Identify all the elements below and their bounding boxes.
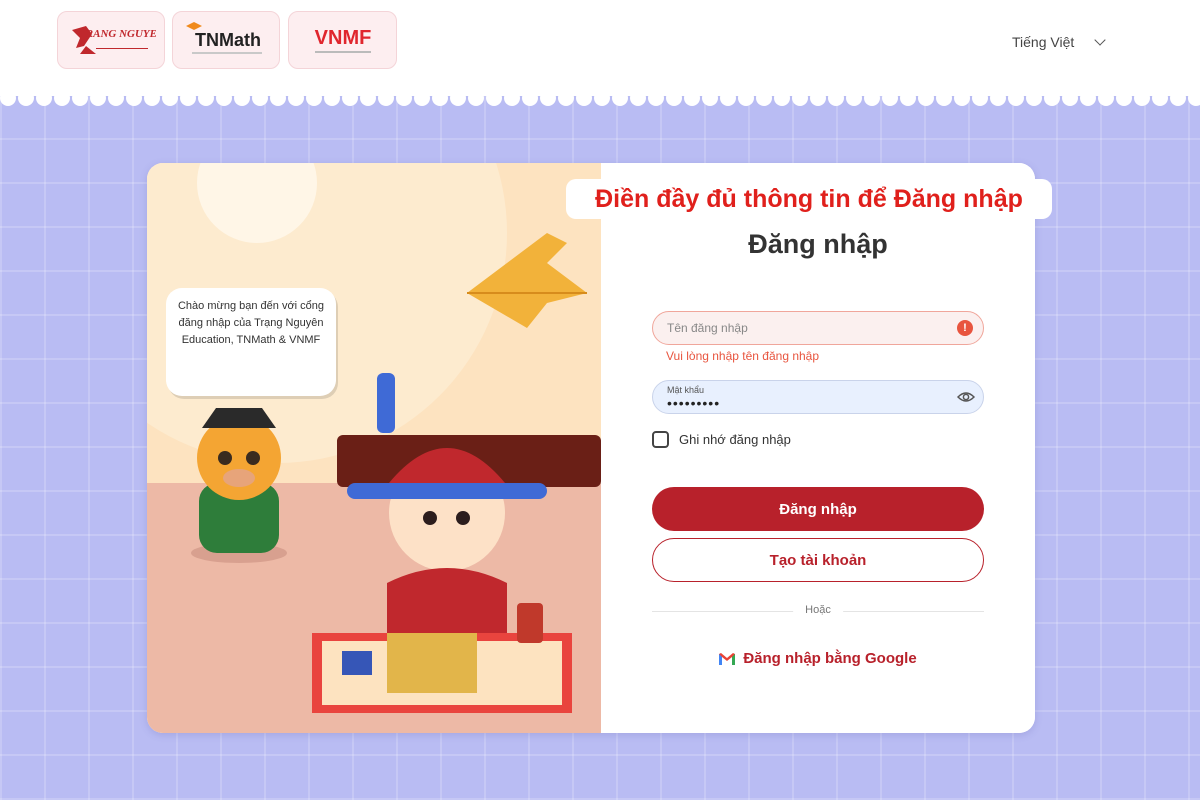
google-login-button[interactable]: Đăng nhập bằng Google [601, 650, 1035, 667]
gmail-icon [719, 652, 736, 665]
remember-me[interactable]: Ghi nhớ đăng nhập [652, 431, 791, 448]
remember-checkbox[interactable] [652, 431, 669, 448]
username-error-message: Vui lòng nhập tên đăng nhập [666, 349, 820, 363]
password-label: Mật khẩu [667, 385, 705, 395]
password-value: ••••••••• [667, 395, 721, 411]
welcome-speech-bubble: Chào mừng bạn đến với cổng đăng nhập của… [166, 288, 336, 396]
or-divider: Hoặc [652, 604, 984, 618]
welcome-text: Chào mừng bạn đến với cổng đăng nhập của… [177, 300, 325, 346]
illustration [147, 163, 601, 733]
remember-label: Ghi nhớ đăng nhập [679, 432, 791, 447]
login-panel: Đăng nhập Tên đăng nhập ! Vui lòng nhập … [601, 163, 1035, 733]
vnmf-logo[interactable]: VNMF [288, 11, 397, 69]
trang-nguyen-logo[interactable]: TRANG NGUYEN [57, 11, 165, 69]
svg-text:TNMath: TNMath [195, 30, 261, 50]
svg-text:VNMF: VNMF [314, 27, 371, 49]
illustration-panel: Chào mừng bạn đến với cổng đăng nhập của… [147, 163, 601, 733]
google-login-label: Đăng nhập bằng Google [743, 650, 917, 667]
password-field[interactable]: Mật khẩu ••••••••• [652, 380, 984, 414]
login-title: Đăng nhập [748, 229, 888, 259]
divider-text: Hoặc [793, 604, 843, 616]
language-select[interactable]: Tiếng Việt [1012, 30, 1127, 54]
username-placeholder: Tên đăng nhập [667, 321, 748, 335]
login-card: Chào mừng bạn đến với cổng đăng nhập của… [147, 163, 1035, 733]
logo-text: TRANG NGUYEN [79, 28, 156, 40]
eye-icon[interactable] [957, 389, 975, 405]
language-label: Tiếng Việt [1012, 34, 1075, 50]
instruction-banner: Điền đầy đủ thông tin để Đăng nhập [566, 179, 1052, 219]
tnmath-logo[interactable]: TNMath [172, 11, 280, 69]
scalloped-border [0, 84, 1200, 106]
error-icon: ! [957, 320, 973, 336]
login-button[interactable]: Đăng nhập [652, 487, 984, 531]
top-header: TRANG NGUYEN TNMath VNMF Tiếng Việt [0, 0, 1200, 84]
username-field[interactable]: Tên đăng nhập ! [652, 311, 984, 345]
chevron-down-icon [1094, 34, 1106, 46]
create-account-button[interactable]: Tạo tài khoản [652, 538, 984, 582]
